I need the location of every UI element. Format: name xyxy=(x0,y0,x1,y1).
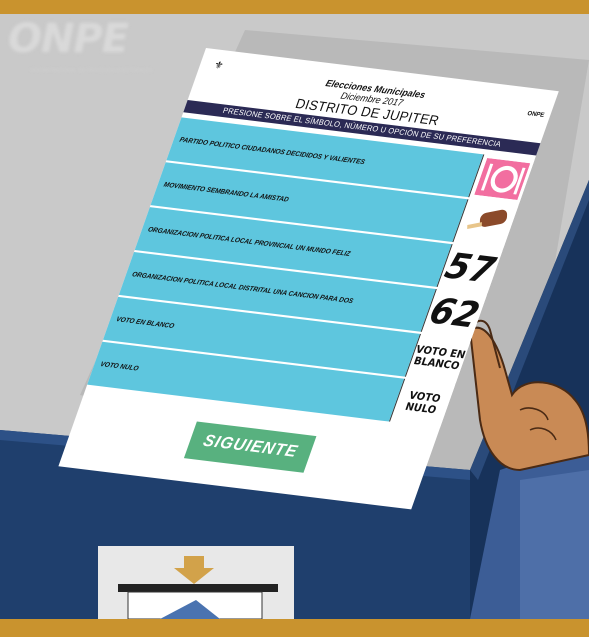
next-button[interactable]: SIGUIENTE xyxy=(183,421,317,473)
blank-vote-text[interactable]: VOTO EN BLANCO xyxy=(409,344,467,373)
voting-illustration: ONPE OFICINA NACIONAL DE PROCESOS ELECTO… xyxy=(0,0,589,637)
null-vote-text[interactable]: VOTO NULO xyxy=(394,389,452,418)
onpe-logo: ONPE xyxy=(8,16,129,62)
ballot-slot xyxy=(118,584,278,592)
plate-icon xyxy=(473,157,530,200)
onpe-logo-subtitle: OFICINA NACIONAL DE PROCESOS ELECTORALES xyxy=(30,68,153,74)
popsicle-icon xyxy=(466,209,507,229)
